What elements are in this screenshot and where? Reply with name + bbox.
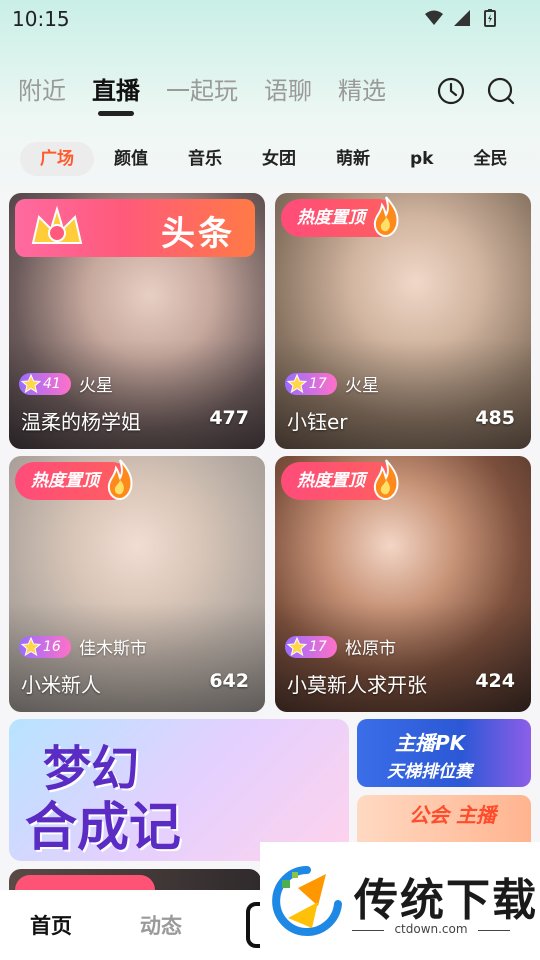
live-room-card[interactable]: 头条 41 火星 温柔的杨学姐 477: [9, 193, 265, 449]
battery-icon: [484, 9, 496, 27]
category-looks[interactable]: 颜值: [94, 142, 168, 176]
viewer-count: 477: [209, 407, 249, 429]
category-music[interactable]: 音乐: [168, 142, 242, 176]
headline-badge: 头条: [15, 199, 255, 257]
hot-top-badge: 热度置顶: [281, 459, 399, 500]
category-girl-group[interactable]: 女团: [242, 142, 316, 176]
city-label: 火星: [79, 376, 113, 396]
room-title: 小莫新人求开张: [287, 673, 427, 697]
viewer-count: 424: [475, 670, 515, 692]
viewer-count: 485: [475, 407, 515, 429]
category-newbie[interactable]: 萌新: [316, 142, 390, 176]
tab-voice-chat[interactable]: 语聊: [264, 74, 312, 108]
flame-icon: [373, 196, 399, 237]
pk-banner-subtitle: 天梯排位赛: [387, 762, 472, 782]
star-icon: [287, 637, 307, 657]
level-badge: 17: [285, 636, 337, 658]
event-banner-title-line2: 合成记: [25, 798, 182, 858]
city-label: 火星: [345, 376, 379, 396]
category-tabs: 广场 颜值 音乐 女团 萌新 pk 全民: [20, 142, 527, 176]
wifi-icon: [425, 10, 443, 25]
room-title: 小米新人: [21, 673, 101, 697]
flame-icon: [107, 459, 133, 500]
star-icon: [287, 374, 307, 394]
tab-live[interactable]: 直播: [92, 74, 140, 116]
nav-home[interactable]: 首页: [30, 910, 72, 940]
tab-play-together[interactable]: 一起玩: [166, 74, 238, 108]
live-room-card[interactable]: 热度置顶 17 火星 小钰er 485: [275, 193, 531, 449]
headline-label: 头条: [161, 214, 235, 254]
viewer-count: 642: [209, 670, 249, 692]
hot-top-label: 热度置顶: [297, 208, 365, 228]
category-square[interactable]: 广场: [20, 142, 94, 176]
search-icon[interactable]: [486, 76, 516, 106]
city-label: 松原市: [345, 639, 396, 659]
watermark-url: ctdown.com: [352, 922, 510, 936]
level-badge: 16: [19, 636, 71, 658]
tab-featured[interactable]: 精选: [338, 74, 386, 108]
level-value: 17: [309, 639, 327, 655]
watermark: 传统下载 ctdown.com: [260, 842, 540, 960]
top-tabs: 附近 直播 一起玩 语聊 精选: [18, 74, 386, 116]
nav-feed[interactable]: 动态: [140, 910, 182, 940]
hot-top-badge: 热度置顶: [15, 459, 133, 500]
category-all[interactable]: 全民: [453, 142, 527, 176]
live-room-card[interactable]: 热度置顶 16 佳木斯市 小米新人 642: [9, 456, 265, 712]
site-logo-icon: [272, 866, 342, 936]
room-title: 小钰er: [287, 410, 348, 434]
signal-icon: [454, 10, 470, 26]
city-label: 佳木斯市: [79, 639, 147, 659]
level-value: 17: [309, 376, 327, 392]
hot-top-label: 热度置顶: [297, 471, 365, 491]
level-value: 41: [43, 376, 61, 392]
top-actions: [436, 76, 516, 106]
tab-nearby[interactable]: 附近: [18, 74, 66, 108]
crown-icon: [31, 205, 83, 244]
hot-top-label: 热度置顶: [31, 471, 99, 491]
status-icons: [424, 8, 500, 28]
star-icon: [21, 374, 41, 394]
room-title: 温柔的杨学姐: [21, 410, 141, 434]
level-value: 16: [43, 639, 61, 655]
status-bar: 10:15: [0, 0, 540, 36]
category-pk[interactable]: pk: [390, 142, 453, 176]
history-clock-icon[interactable]: [436, 76, 466, 106]
flame-icon: [373, 459, 399, 500]
live-room-card[interactable]: 热度置顶 17 松原市 小莫新人求开张 424: [275, 456, 531, 712]
watermark-text: 传统下载: [354, 875, 538, 926]
level-badge: 41: [19, 373, 71, 395]
event-banner-dream-synthesis[interactable]: 梦幻 合成记: [9, 719, 349, 861]
pk-banner-title: 主播PK: [395, 731, 466, 755]
star-icon: [21, 637, 41, 657]
hot-top-badge: 热度置顶: [281, 196, 399, 237]
status-time: 10:15: [12, 7, 70, 31]
pk-ladder-banner[interactable]: 主播PK 天梯排位赛: [357, 719, 531, 787]
level-badge: 17: [285, 373, 337, 395]
guild-banner-title: 公会 主播: [409, 803, 496, 827]
